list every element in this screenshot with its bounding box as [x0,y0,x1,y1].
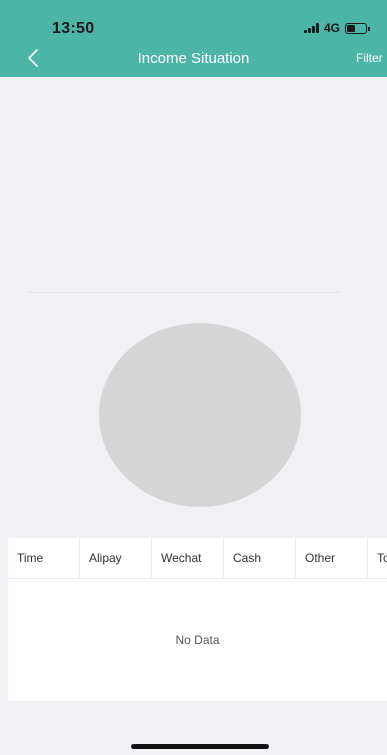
filter-button[interactable]: Filter [356,51,383,65]
status-indicators: 4G [303,20,370,36]
pie-empty-circle [99,323,301,507]
top-bar: 13:50 4G Income Situation Filter [0,0,387,77]
battery-level [347,24,356,32]
battery-icon [345,22,370,34]
empty-state: No Data [175,633,220,647]
income-table: Time Alipay Wechat Cash Other To No Data [8,538,387,701]
page-title: Income Situation [137,50,250,67]
status-time: 13:50 [52,20,95,37]
signal-icon [303,23,319,33]
column-header-cash: Cash [224,538,296,579]
column-header-wechat: Wechat [152,538,224,579]
income-situation-screen: 13:50 4G Income Situation Filter Time Al… [0,0,387,755]
home-indicator[interactable] [131,744,269,749]
table-header: Time Alipay Wechat Cash Other To [8,538,387,579]
column-header-to: To [377,551,387,565]
column-header-time: Time [8,538,80,579]
column-header-alipay: Alipay [80,538,152,579]
column-header-other: Other [296,538,368,579]
network-type: 4G [323,21,340,35]
pie-chart [99,323,301,507]
chart-area [0,77,387,537]
